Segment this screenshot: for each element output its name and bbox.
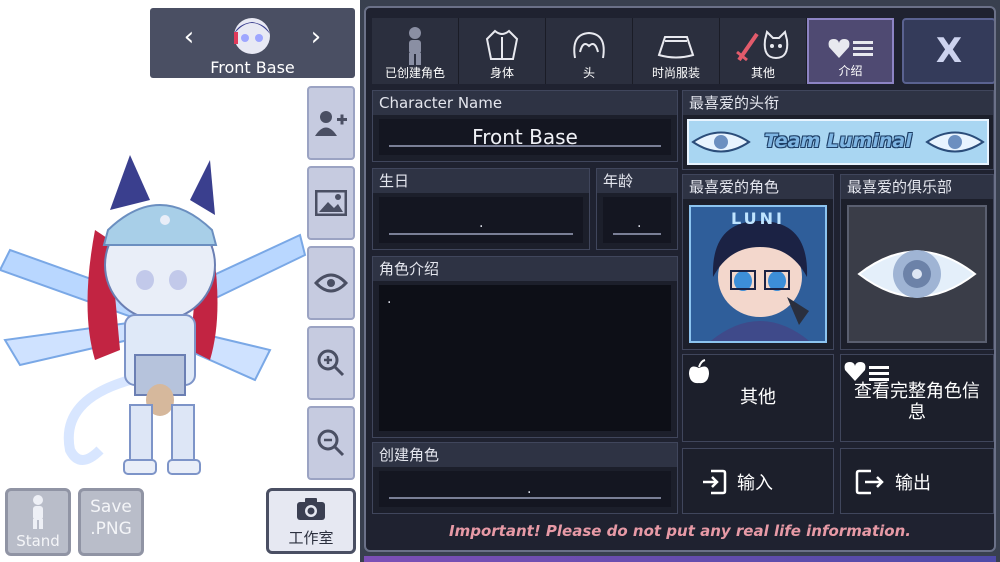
profile-panel-inner: 已创建角色 身体 头 时尚服装 其他 介绍 X Character Name F… (364, 6, 996, 552)
character-head-icon (234, 18, 270, 54)
character-name-box: Character Name Front Base (372, 90, 678, 162)
other-label: 其他 (740, 387, 776, 408)
heart-list-icon (844, 362, 889, 381)
standing-figure-icon (33, 495, 43, 529)
save-label: Save (90, 497, 132, 517)
age-field[interactable]: . (603, 197, 671, 243)
eye-emblem-icon (691, 131, 751, 153)
studio-button[interactable]: 工作室 (266, 488, 356, 554)
character-selector: ‹ › Front Base (150, 8, 355, 78)
tab-label: 已创建角色 (384, 66, 445, 80)
character-name-label: Front Base (210, 58, 295, 77)
favorite-club-header: 最喜爱的俱乐部 (841, 175, 993, 199)
zoom-out-icon (317, 429, 345, 457)
character-intro-field[interactable]: . (379, 285, 671, 431)
studio-label: 工作室 (288, 529, 334, 547)
eye-emblem-icon (857, 250, 977, 298)
visibility-toggle-button[interactable] (307, 246, 355, 320)
character-name-header: Character Name (373, 91, 677, 115)
favorite-club-box: 最喜爱的俱乐部 (840, 174, 994, 350)
birthday-header: 生日 (373, 169, 589, 193)
add-character-icon (315, 111, 347, 136)
favorite-title-header: 最喜爱的头衔 (683, 91, 993, 115)
background-image-button[interactable] (307, 166, 355, 240)
tab-label: 时尚服装 (651, 66, 700, 80)
zoom-in-button[interactable] (307, 326, 355, 400)
favorite-character-header: 最喜爱的角色 (683, 175, 833, 199)
favorite-character-portrait[interactable]: LUNI (689, 205, 827, 343)
eye-emblem-icon (925, 131, 985, 153)
creator-header: 创建角色 (373, 443, 677, 467)
panel-bottom-strip (364, 556, 996, 562)
export-button[interactable]: 输出 (840, 448, 994, 514)
png-label: .PNG (90, 519, 132, 539)
tab-label: 身体 (489, 66, 514, 80)
tab-other[interactable]: 其他 (720, 18, 807, 84)
heart-list-icon (828, 39, 873, 58)
character-silhouette-icon (409, 27, 421, 65)
background-image-icon (315, 190, 347, 216)
character-name-field[interactable]: Front Base (379, 119, 671, 155)
character-intro-value: . (387, 291, 392, 307)
tab-created-characters[interactable]: 已创建角色 (372, 18, 459, 84)
add-character-button[interactable] (307, 86, 355, 160)
game-screen: ‹ › Front Base Stand Save .PNG 工作室 已创建角色… (0, 0, 1000, 562)
stand-label: Stand (16, 532, 60, 550)
sword-and-cat-icon (736, 30, 789, 62)
save-png-button[interactable]: Save .PNG (78, 488, 144, 556)
tab-label: 介绍 (838, 64, 863, 78)
creator-field[interactable]: . (379, 471, 671, 507)
other-button[interactable]: 其他 (682, 354, 834, 442)
birthday-value: . (479, 215, 484, 231)
zoom-out-button[interactable] (307, 406, 355, 480)
tab-label: 头 (582, 66, 595, 80)
birthday-field[interactable]: . (379, 197, 583, 243)
profile-panel: 已创建角色 身体 头 时尚服装 其他 介绍 X Character Name F… (360, 0, 1000, 562)
stand-button[interactable]: Stand (5, 488, 71, 556)
character-intro-header: 角色介绍 (373, 257, 677, 281)
favorite-title-banner[interactable]: Team Luminal (687, 119, 989, 165)
skirt-icon (657, 36, 695, 59)
favorite-club-emblem[interactable] (847, 205, 987, 343)
camera-icon (297, 498, 325, 520)
export-label: 输出 (895, 473, 931, 494)
chevron-right-icon[interactable]: › (301, 22, 331, 52)
creator-box: 创建角色 . (372, 442, 678, 514)
full-info-label: 查看完整角色信息 (854, 381, 980, 423)
favorite-title-value: Team Luminal (764, 130, 912, 152)
creator-value: . (527, 481, 532, 497)
apple-icon (689, 359, 709, 384)
import-button[interactable]: 输入 (682, 448, 834, 514)
import-label: 输入 (737, 473, 773, 494)
tab-head[interactable]: 头 (546, 18, 633, 84)
tab-body[interactable]: 身体 (459, 18, 546, 84)
zoom-in-icon (317, 349, 345, 377)
tab-fashion[interactable]: 时尚服装 (633, 18, 720, 84)
category-tabs: 已创建角色 身体 头 时尚服装 其他 介绍 (372, 18, 897, 84)
tab-label: 其他 (750, 66, 775, 80)
favorite-character-box: 最喜爱的角色 LUNI (682, 174, 834, 350)
birthday-box: 生日 . (372, 168, 590, 250)
hair-icon (573, 31, 605, 59)
visibility-eye-icon (314, 273, 348, 293)
export-icon (855, 469, 884, 495)
close-button[interactable]: X (902, 18, 994, 84)
privacy-warning: Important! Please do not put any real li… (449, 522, 911, 540)
full-character-info-button[interactable]: 查看完整角色信息 (840, 354, 994, 442)
import-icon (703, 469, 727, 495)
chevron-left-icon[interactable]: ‹ (174, 22, 204, 52)
favorite-character-caption: LUNI (731, 209, 785, 228)
age-value: . (637, 215, 642, 231)
favorite-title-box: 最喜爱的头衔 Team Luminal (682, 90, 994, 170)
tab-intro[interactable]: 介绍 (807, 18, 894, 84)
shirt-icon (485, 29, 519, 60)
character-preview[interactable] (0, 150, 310, 480)
age-header: 年龄 (597, 169, 677, 193)
character-intro-box: 角色介绍 . (372, 256, 678, 438)
age-box: 年龄 . (596, 168, 678, 250)
